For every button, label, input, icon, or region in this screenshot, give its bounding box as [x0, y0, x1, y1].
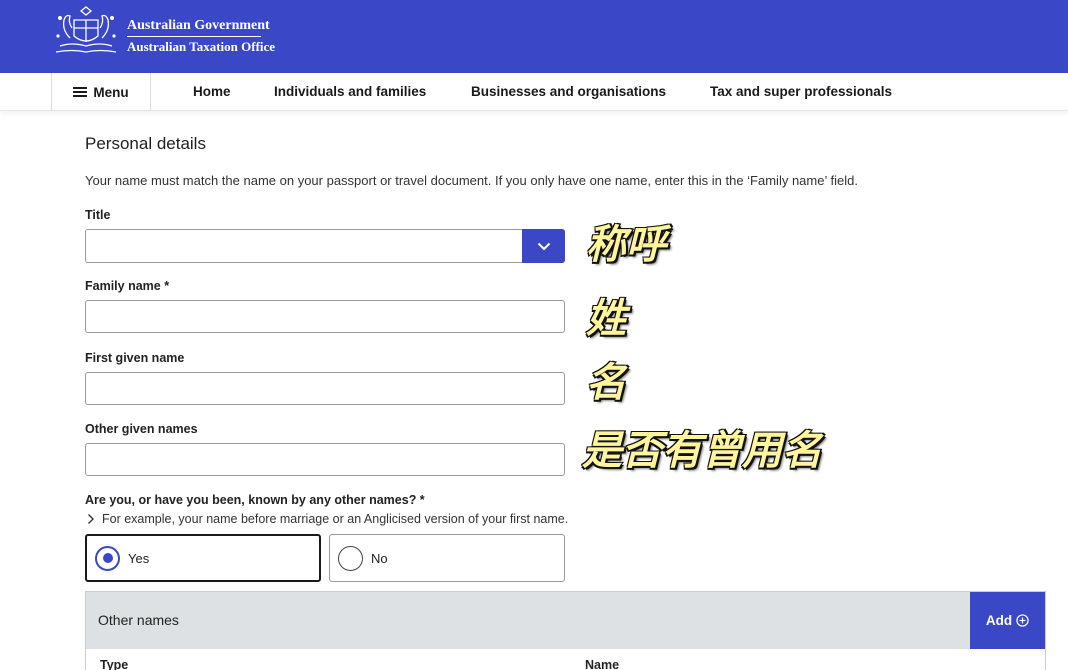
column-header-type: Type: [100, 658, 129, 670]
add-label: Add: [985, 613, 1013, 628]
hint-text: For example, your name before marriage o…: [102, 512, 569, 526]
title-dropdown-button[interactable]: [522, 229, 565, 263]
radio-yes-indicator: [95, 545, 120, 571]
radio-no[interactable]: No: [329, 534, 565, 582]
intro-text: Your name must match the name on your pa…: [85, 173, 858, 188]
other-given-names-input[interactable]: [85, 443, 565, 476]
nav-link-tax-professionals[interactable]: Tax and super professionals: [710, 84, 892, 99]
plus-circle-icon: [1016, 614, 1029, 627]
annotation-title: 称呼: [585, 221, 667, 269]
main-navigation: Menu Home Individuals and families Busin…: [0, 73, 1068, 111]
hamburger-icon: [73, 86, 88, 98]
nav-link-businesses[interactable]: Businesses and organisations: [471, 84, 666, 99]
agency-name: Australian Government Australian Taxatio…: [127, 17, 275, 55]
other-names-hint[interactable]: For example, your name before marriage o…: [85, 512, 568, 526]
menu-button[interactable]: Menu: [51, 73, 151, 111]
other-names-title: Other names: [98, 612, 179, 628]
radio-no-label: No: [371, 550, 388, 566]
nav-link-home[interactable]: Home: [193, 84, 231, 99]
add-other-name-button[interactable]: Add: [970, 592, 1045, 649]
annotation-family-name: 姓: [585, 295, 627, 343]
menu-label: Menu: [93, 84, 129, 100]
annotation-given-name: 名: [585, 359, 627, 407]
other-given-names-label: Other given names: [85, 422, 198, 436]
first-given-name-label: First given name: [85, 351, 185, 365]
radio-no-indicator: [338, 545, 363, 571]
title-label: Title: [85, 208, 111, 222]
annotation-other-names: 是否有曾用名: [581, 427, 823, 475]
title-select[interactable]: [85, 229, 565, 263]
header-divider: [127, 36, 261, 37]
family-name-input[interactable]: [85, 300, 565, 333]
section-title: Personal details: [85, 134, 206, 153]
other-names-question: Are you, or have you been, known by any …: [85, 493, 425, 507]
government-header: Australian Government Australian Taxatio…: [0, 0, 1068, 73]
radio-yes[interactable]: Yes: [85, 534, 321, 582]
column-header-name: Name: [585, 658, 620, 670]
chevron-down-icon: [537, 242, 550, 250]
first-given-name-input[interactable]: [85, 372, 565, 405]
government-name: Australian Government: [127, 18, 270, 33]
other-names-panel: Other names Add Type Name: [85, 591, 1046, 670]
office-name: Australian Taxation Office: [127, 39, 276, 54]
coat-of-arms-logo[interactable]: [52, 6, 120, 56]
chevron-right-icon: [88, 514, 94, 524]
nav-link-individuals[interactable]: Individuals and families: [274, 84, 426, 99]
radio-yes-label: Yes: [128, 550, 150, 566]
family-name-label: Family name *: [85, 279, 170, 293]
other-names-panel-header: Other names Add: [86, 592, 1045, 649]
